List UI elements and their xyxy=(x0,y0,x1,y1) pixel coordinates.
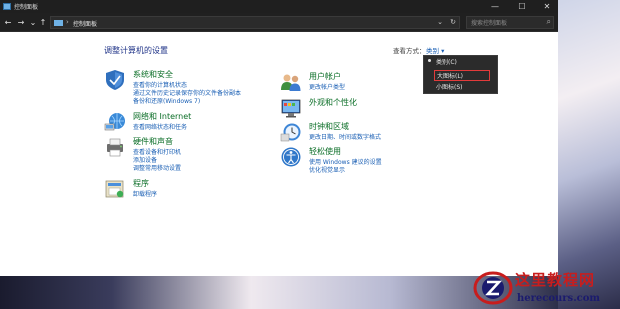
printer-icon xyxy=(107,138,123,157)
view-by-menu: 类别(C) 大图标(L) 小图标(S) xyxy=(423,55,498,94)
category-user-accounts: 用户帐户 更改帐户类型 xyxy=(280,71,420,93)
clock-icon xyxy=(280,123,301,142)
category-hardware-sound: 硬件和声音 查看设备和打印机 添加设备 调整常用移动设置 xyxy=(104,136,304,174)
category-network-internet: 网络和 Internet 查看网络状态和任务 xyxy=(104,111,304,133)
control-panel-icon xyxy=(54,20,63,26)
menu-item-small-icons[interactable]: 小图标(S) xyxy=(436,82,492,93)
watermark-url: herecours.com xyxy=(517,293,601,304)
selected-bullet-icon xyxy=(428,59,431,62)
view-by-label: 查看方式： xyxy=(393,47,426,55)
users-icon xyxy=(281,74,301,91)
shield-icon xyxy=(106,70,124,90)
category-heading[interactable]: 用户帐户 xyxy=(309,71,341,82)
category-heading[interactable]: 系统和安全 xyxy=(133,69,173,80)
breadcrumb-separator: › xyxy=(66,18,69,26)
ease-of-access-icon xyxy=(281,147,301,167)
title-bar[interactable]: 控制面板 — ☐ ✕ xyxy=(0,0,558,13)
page-title: 调整计算机的设置 xyxy=(104,46,168,55)
category-heading[interactable]: 时钟和区域 xyxy=(309,121,349,132)
address-bar: ← → ⌄ ↑ › 控制面板 ⌄ ↻ ⌕ xyxy=(0,13,558,32)
search-icon[interactable]: ⌕ xyxy=(547,17,551,27)
category-heading[interactable]: 轻松使用 xyxy=(309,146,341,157)
watermark-title: 这里教程网 xyxy=(515,271,596,289)
category-clock-region: 时钟和区域 更改日期、时间或数字格式 xyxy=(280,121,430,143)
link-mobility-settings[interactable]: 调整常用移动设置 xyxy=(133,163,181,172)
network-icon xyxy=(104,113,125,131)
category-heading[interactable]: 硬件和声音 xyxy=(133,136,173,147)
up-button[interactable]: ↑ xyxy=(38,17,48,28)
category-programs: 程序 卸载程序 xyxy=(104,178,304,202)
link-date-time-format[interactable]: 更改日期、时间或数字格式 xyxy=(309,132,381,141)
watermark-logo-icon xyxy=(473,271,513,305)
category-heading[interactable]: 程序 xyxy=(133,178,149,189)
link-network-status[interactable]: 查看网络状态和任务 xyxy=(133,122,187,131)
search-input[interactable] xyxy=(471,18,541,28)
control-panel-window: 控制面板 — ☐ ✕ ← → ⌄ ↑ › 控制面板 ⌄ ↻ ⌕ 调整计算机的设置… xyxy=(0,0,558,276)
link-uninstall-program[interactable]: 卸载程序 xyxy=(133,189,157,198)
menu-item-category[interactable]: 类别(C) xyxy=(436,57,492,68)
address-field[interactable]: › 控制面板 ⌄ ↻ xyxy=(50,16,460,29)
control-panel-icon xyxy=(3,3,11,10)
minimize-button[interactable]: — xyxy=(484,0,506,13)
link-change-account-type[interactable]: 更改帐户类型 xyxy=(309,82,345,91)
category-heading[interactable]: 外观和个性化 xyxy=(309,97,357,108)
forward-button[interactable]: → xyxy=(16,17,26,28)
link-backup-restore[interactable]: 备份和还原(Windows 7) xyxy=(133,96,200,105)
refresh-button[interactable]: ↻ xyxy=(450,18,456,26)
breadcrumb-control-panel[interactable]: 控制面板 xyxy=(73,19,97,28)
recent-locations-button[interactable]: ⌄ xyxy=(28,17,38,28)
back-button[interactable]: ← xyxy=(3,17,13,28)
menu-item-large-icons[interactable]: 大图标(L) xyxy=(434,70,490,81)
search-box[interactable]: ⌕ xyxy=(466,16,554,29)
maximize-button[interactable]: ☐ xyxy=(511,0,533,13)
desktop-wallpaper-right xyxy=(558,0,620,309)
window-title: 控制面板 xyxy=(14,4,39,11)
close-button[interactable]: ✕ xyxy=(536,0,558,13)
address-history-dropdown[interactable]: ⌄ xyxy=(437,18,443,26)
appearance-icon xyxy=(281,99,301,118)
programs-icon xyxy=(105,180,124,198)
category-heading[interactable]: 网络和 Internet xyxy=(133,111,191,122)
category-appearance: 外观和个性化 xyxy=(280,97,420,119)
category-ease-of-access: 轻松使用 使用 Windows 建议的设置 优化视觉显示 xyxy=(280,146,430,176)
view-by-dropdown[interactable]: 类别 ▾ xyxy=(426,45,444,55)
category-system-security: 系统和安全 查看你的计算机状态 通过文件历史记录保存你的文件备份副本 备份和还原… xyxy=(104,69,304,109)
link-optimize-visual-display[interactable]: 优化视觉显示 xyxy=(309,165,345,174)
site-watermark: 这里教程网 herecours.com xyxy=(473,267,620,309)
